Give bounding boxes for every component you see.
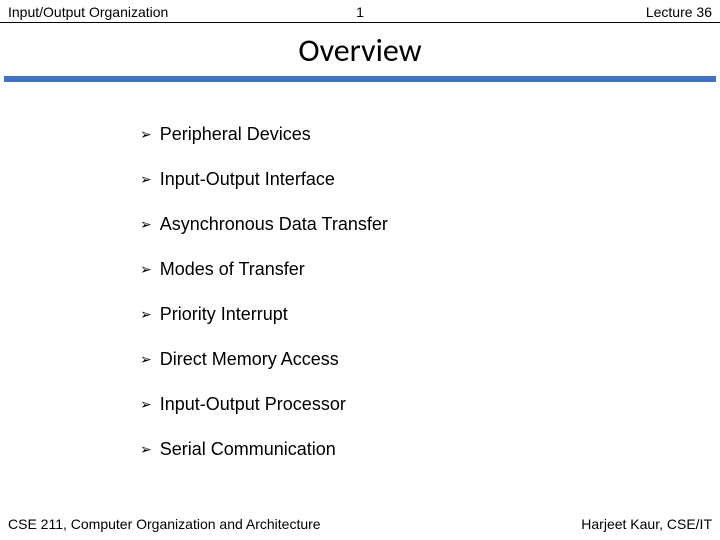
- bullet-icon: ➢: [140, 126, 152, 143]
- footer-course: CSE 211, Computer Organization and Archi…: [8, 516, 321, 532]
- title-section: Overview: [0, 23, 720, 74]
- header-lecture-number: Lecture 36: [477, 4, 712, 20]
- list-item-label: Serial Communication: [160, 439, 336, 460]
- bullet-icon: ➢: [140, 441, 152, 458]
- list-item: ➢ Modes of Transfer: [140, 247, 720, 292]
- list-item-label: Modes of Transfer: [160, 259, 305, 280]
- header-page-number: 1: [243, 4, 478, 20]
- bullet-icon: ➢: [140, 351, 152, 368]
- list-item: ➢ Direct Memory Access: [140, 337, 720, 382]
- list-item-label: Input-Output Processor: [160, 394, 346, 415]
- list-item-label: Direct Memory Access: [160, 349, 339, 370]
- list-item: ➢ Peripheral Devices: [140, 112, 720, 157]
- list-item: ➢ Asynchronous Data Transfer: [140, 202, 720, 247]
- bullet-icon: ➢: [140, 261, 152, 278]
- overview-list: ➢ Peripheral Devices ➢ Input-Output Inte…: [140, 112, 720, 472]
- list-item: ➢ Priority Interrupt: [140, 292, 720, 337]
- list-item: ➢ Input-Output Interface: [140, 157, 720, 202]
- list-item-label: Peripheral Devices: [160, 124, 311, 145]
- header-topic: Input/Output Organization: [8, 4, 243, 20]
- list-item-label: Asynchronous Data Transfer: [160, 214, 388, 235]
- bullet-icon: ➢: [140, 171, 152, 188]
- slide-footer: CSE 211, Computer Organization and Archi…: [0, 516, 720, 532]
- page-title: Overview: [0, 31, 720, 70]
- slide-header: Input/Output Organization 1 Lecture 36: [0, 0, 720, 23]
- content-area: ➢ Peripheral Devices ➢ Input-Output Inte…: [0, 82, 720, 472]
- list-item: ➢ Input-Output Processor: [140, 382, 720, 427]
- bullet-icon: ➢: [140, 396, 152, 413]
- list-item: ➢ Serial Communication: [140, 427, 720, 472]
- footer-author: Harjeet Kaur, CSE/IT: [581, 516, 712, 532]
- bullet-icon: ➢: [140, 216, 152, 233]
- bullet-icon: ➢: [140, 306, 152, 323]
- list-item-label: Priority Interrupt: [160, 304, 288, 325]
- list-item-label: Input-Output Interface: [160, 169, 335, 190]
